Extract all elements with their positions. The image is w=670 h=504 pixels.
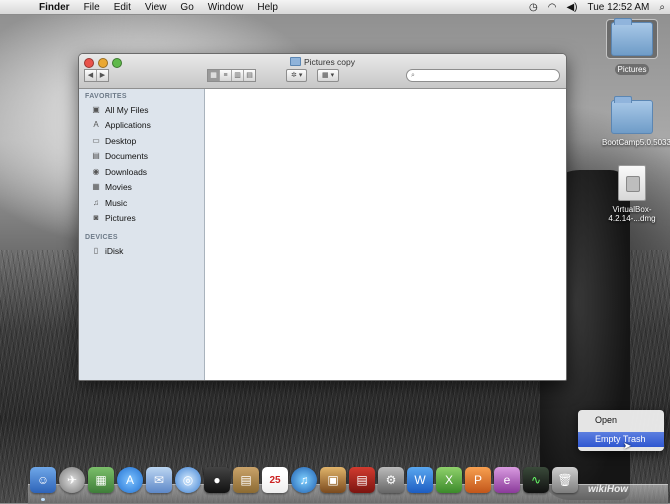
documents-icon: ▤ xyxy=(92,151,100,161)
window-titlebar[interactable]: Pictures copy ◀ ▶ ▦ ≡ ▥ ▤ ✲ ▾ ▦ ▾ ⌕ xyxy=(79,54,566,89)
column-view-button[interactable]: ▥ xyxy=(232,70,244,81)
sidebar-header-devices: DEVICES xyxy=(85,234,118,241)
menu-bar: Finder File Edit View Go Window Help ◷ ◠… xyxy=(0,0,670,15)
sidebar-item-label: Movies xyxy=(105,182,132,193)
search-icon: ⌕ xyxy=(411,72,415,79)
sidebar-header-favorites: FAVORITES xyxy=(85,93,127,100)
sidebar-item-label: Desktop xyxy=(105,135,137,146)
sidebar-item-downloads[interactable]: ◉ Downloads xyxy=(79,164,204,180)
itunes-dock-icon[interactable]: ♫ xyxy=(291,467,317,493)
menu-finder[interactable]: Finder xyxy=(32,2,77,13)
menu-help[interactable]: Help xyxy=(250,2,285,13)
photo-app-dock-icon[interactable]: ▤ xyxy=(349,467,375,493)
pictures-icon: ◙ xyxy=(93,213,99,223)
photo-booth-dock-icon[interactable]: ▣ xyxy=(320,467,346,493)
mission-control-dock-icon[interactable]: ▦ xyxy=(88,467,114,493)
forward-button[interactable]: ▶ xyxy=(97,70,108,81)
volume-icon[interactable]: ◀) xyxy=(561,2,582,13)
disk-image-icon xyxy=(618,165,646,201)
sidebar-item-all-my-files[interactable]: ▣ All My Files xyxy=(79,102,204,118)
menu-clock[interactable]: Tue 12:52 AM xyxy=(583,2,655,13)
search-field[interactable]: ⌕ xyxy=(406,69,560,82)
dock: ☺ ✈ ▦ A ✉ ◎ ● ▤ 25 ♫ ▣ ▤ ⚙ W X P e ∿ 🗑 xyxy=(30,461,578,493)
sidebar-item-documents[interactable]: ▤ Documents xyxy=(79,149,204,165)
sidebar-item-label: Documents xyxy=(105,151,148,162)
excel-dock-icon[interactable]: X xyxy=(436,467,462,493)
arrange-icon: ▦ xyxy=(322,72,329,79)
applications-icon: A xyxy=(93,120,99,130)
sidebar-item-label: Downloads xyxy=(105,166,148,177)
folder-icon xyxy=(611,96,653,134)
app-store-dock-icon[interactable]: A xyxy=(117,467,143,493)
icon-view-button[interactable]: ▦ xyxy=(208,70,220,81)
music-icon: ♫ xyxy=(93,197,99,207)
word-dock-icon[interactable]: W xyxy=(407,467,433,493)
arrange-menu-button[interactable]: ▦ ▾ xyxy=(317,69,340,82)
movies-icon: ▦ xyxy=(92,182,100,192)
finder-dock-icon[interactable]: ☺ xyxy=(30,467,56,493)
all-files-icon: ▣ xyxy=(92,104,100,114)
idisk-icon: ▯ xyxy=(93,245,99,255)
trash-dock-icon[interactable]: 🗑 xyxy=(552,467,578,493)
sidebar-item-pictures[interactable]: ◙ Pictures xyxy=(79,211,204,227)
sidebar-item-idisk[interactable]: ▯ iDisk xyxy=(79,243,204,259)
cover-flow-button[interactable]: ▤ xyxy=(244,70,255,81)
sidebar-item-applications[interactable]: A Applications xyxy=(79,118,204,134)
folder-content-area[interactable] xyxy=(205,89,566,380)
spotlight-icon[interactable]: ⌕ xyxy=(654,2,670,13)
sidebar-item-label: iDisk xyxy=(105,245,124,256)
time-machine-icon[interactable]: ◷ xyxy=(524,2,543,13)
sidebar-item-label: Applications xyxy=(105,120,151,131)
desktop-icon-label: VirtualBox-4.2.14-...dmg xyxy=(608,205,656,223)
onenote-dock-icon[interactable]: e xyxy=(494,467,520,493)
mouse-cursor-icon: ➤ xyxy=(623,441,632,452)
desktop-icon-label: BootCamp5.0.5033 xyxy=(602,138,670,147)
back-forward-control: ◀ ▶ xyxy=(84,69,109,82)
menu-view[interactable]: View xyxy=(138,2,174,13)
mail-dock-icon[interactable]: ✉ xyxy=(146,467,172,493)
downloads-icon: ◉ xyxy=(92,166,100,176)
menu-go[interactable]: Go xyxy=(173,2,200,13)
view-mode-control: ▦ ≡ ▥ ▤ xyxy=(207,69,256,82)
desktop-icon-bootcamp[interactable]: BootCamp5.0.5033 xyxy=(599,96,670,148)
activity-monitor-dock-icon[interactable]: ∿ xyxy=(523,467,549,493)
launchpad-dock-icon[interactable]: ✈ xyxy=(59,467,85,493)
gear-icon: ✲ xyxy=(291,72,297,79)
back-button[interactable]: ◀ xyxy=(85,70,97,81)
window-title-text: Pictures copy xyxy=(303,57,356,67)
menu-window[interactable]: Window xyxy=(201,2,251,13)
menu-item-open[interactable]: Open xyxy=(578,413,664,428)
safari-dock-icon[interactable]: ◎ xyxy=(175,467,201,493)
folder-icon xyxy=(289,57,301,66)
wikihow-watermark: wikiHow xyxy=(588,484,629,495)
finder-sidebar: FAVORITES ▣ All My Files A Applications ▭ D… xyxy=(79,89,205,380)
facetime-dock-icon[interactable]: ● xyxy=(204,467,230,493)
folder-icon xyxy=(611,18,653,56)
wifi-icon[interactable]: ◠ xyxy=(543,2,562,13)
selection-highlight xyxy=(606,18,658,59)
system-preferences-dock-icon[interactable]: ⚙ xyxy=(378,467,404,493)
sidebar-item-label: Music xyxy=(105,197,128,208)
desktop-icon: ▭ xyxy=(92,135,100,145)
sidebar-item-label: All My Files xyxy=(105,104,149,115)
powerpoint-dock-icon[interactable]: P xyxy=(465,467,491,493)
running-indicator xyxy=(41,498,45,501)
action-menu-button[interactable]: ✲ ▾ xyxy=(286,69,308,82)
ical-dock-icon[interactable]: 25 xyxy=(262,467,288,493)
desktop-icon-virtualbox[interactable]: VirtualBox-4.2.14-...dmg xyxy=(599,165,665,224)
sidebar-item-movies[interactable]: ▦ Movies xyxy=(79,180,204,196)
address-book-dock-icon[interactable]: ▤ xyxy=(233,467,259,493)
window-title: Pictures copy xyxy=(79,57,566,67)
trash-context-menu: Open Empty Trash xyxy=(578,410,664,451)
list-view-button[interactable]: ≡ xyxy=(220,70,232,81)
sidebar-item-desktop[interactable]: ▭ Desktop xyxy=(79,133,204,149)
sidebar-item-label: Pictures xyxy=(105,213,136,224)
menu-item-empty-trash[interactable]: Empty Trash xyxy=(578,432,664,447)
desktop-icon-label: Pictures xyxy=(614,64,650,75)
sidebar-item-music[interactable]: ♫ Music xyxy=(79,195,204,211)
finder-window: Pictures copy ◀ ▶ ▦ ≡ ▥ ▤ ✲ ▾ ▦ ▾ ⌕ FAVO… xyxy=(78,53,567,381)
menu-file[interactable]: File xyxy=(77,2,107,13)
menu-edit[interactable]: Edit xyxy=(107,2,138,13)
desktop-icon-pictures[interactable]: Pictures xyxy=(599,18,665,75)
